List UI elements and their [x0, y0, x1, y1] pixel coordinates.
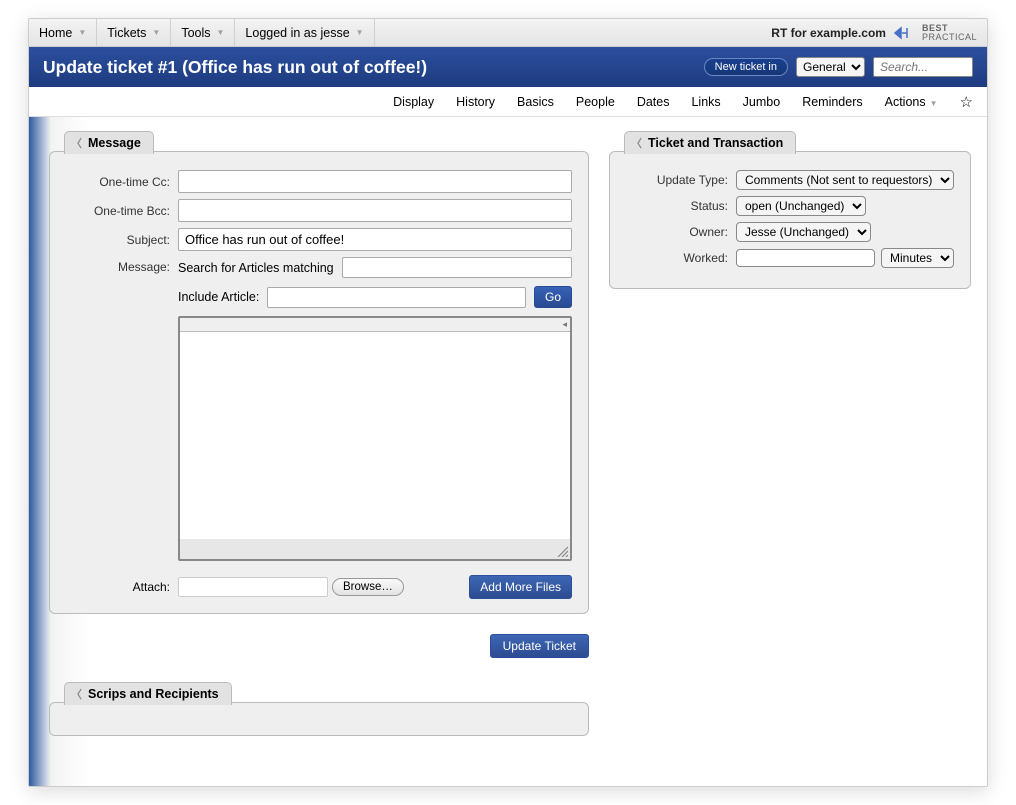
menu-label: Tools	[181, 26, 210, 40]
status-select[interactable]: open (Unchanged)	[736, 196, 866, 216]
bcc-input[interactable]	[178, 199, 572, 222]
nav-display[interactable]: Display	[393, 95, 434, 109]
message-panel: 〈Message One-time Cc: One-time Bcc: Subj…	[49, 151, 589, 614]
search-articles-label: Search for Articles matching	[178, 261, 334, 275]
collapse-icon: 〈	[71, 686, 82, 702]
nav-basics[interactable]: Basics	[517, 95, 554, 109]
panel-title: Ticket and Transaction	[648, 136, 783, 150]
menu-tools[interactable]: Tools ▼	[171, 19, 235, 46]
editor-handle-icon: ◂	[562, 319, 567, 330]
go-button[interactable]: Go	[534, 286, 572, 308]
owner-select[interactable]: Jesse (Unchanged)	[736, 222, 871, 242]
status-label: Status:	[626, 199, 736, 213]
dropdown-icon: ▼	[356, 28, 364, 37]
subject-label: Subject:	[66, 233, 178, 247]
update-type-label: Update Type:	[626, 173, 736, 187]
attach-label: Attach:	[66, 580, 178, 594]
resize-handle-icon[interactable]	[556, 545, 568, 557]
panel-title: Scrips and Recipients	[88, 687, 219, 701]
include-article-label: Include Article:	[178, 290, 259, 304]
dropdown-icon: ▼	[930, 99, 938, 108]
message-editor[interactable]: ◂	[178, 316, 572, 561]
collapse-icon: 〈	[631, 135, 642, 151]
menu-label: Logged in as jesse	[245, 26, 349, 40]
nav-actions[interactable]: Actions ▼	[885, 95, 938, 109]
worked-input[interactable]	[736, 249, 875, 267]
site-label: RT for example.com	[771, 26, 886, 40]
cc-input[interactable]	[178, 170, 572, 193]
include-article-input[interactable]	[267, 287, 526, 308]
top-nav: Home ▼ Tickets ▼ Tools ▼ Logged in as jesse…	[29, 19, 987, 47]
logo: BEST PRACTICAL	[894, 24, 977, 42]
dropdown-icon: ▼	[217, 28, 225, 37]
scrips-panel-tab[interactable]: 〈 Scrips and Recipients	[64, 682, 232, 705]
message-label: Message:	[66, 257, 178, 274]
nav-jumbo[interactable]: Jumbo	[743, 95, 781, 109]
menu-tickets[interactable]: Tickets ▼	[97, 19, 171, 46]
subject-input[interactable]	[178, 228, 572, 251]
update-ticket-button[interactable]: Update Ticket	[490, 634, 589, 658]
menu-user[interactable]: Logged in as jesse ▼	[235, 19, 374, 46]
sub-nav: Display History Basics People Dates Link…	[29, 87, 987, 117]
update-type-select[interactable]: Comments (Not sent to requestors)	[736, 170, 954, 190]
owner-label: Owner:	[626, 225, 736, 239]
page-title: Update ticket #1 (Office has run out of …	[43, 57, 704, 78]
nav-people[interactable]: People	[576, 95, 615, 109]
menu-label: Home	[39, 26, 72, 40]
scrips-panel: 〈Scrips and Recipients	[49, 702, 589, 736]
queue-select[interactable]: General	[796, 57, 865, 77]
panel-title: Message	[88, 136, 141, 150]
dropdown-icon: ▼	[152, 28, 160, 37]
nav-history[interactable]: History	[456, 95, 495, 109]
add-more-files-button[interactable]: Add More Files	[469, 575, 572, 599]
cc-label: One-time Cc:	[66, 175, 178, 189]
nav-dates[interactable]: Dates	[637, 95, 670, 109]
nav-reminders[interactable]: Reminders	[802, 95, 862, 109]
ticket-panel-tab[interactable]: 〈 Ticket and Transaction	[624, 131, 796, 154]
worked-unit-select[interactable]: Minutes	[881, 248, 954, 268]
collapse-icon: 〈	[71, 135, 82, 151]
logo-text2: PRACTICAL	[922, 33, 977, 42]
search-input[interactable]	[873, 57, 973, 77]
ticket-panel: 〈Ticket and Transaction Update Type: Com…	[609, 151, 971, 289]
dropdown-icon: ▼	[78, 28, 86, 37]
message-panel-tab[interactable]: 〈 Message	[64, 131, 154, 154]
browse-button[interactable]: Browse…	[332, 578, 404, 596]
bcc-label: One-time Bcc:	[66, 204, 178, 218]
attach-input[interactable]	[178, 577, 328, 597]
star-icon[interactable]: ☆	[960, 93, 973, 111]
header-bar: Update ticket #1 (Office has run out of …	[29, 47, 987, 87]
nav-actions-label: Actions	[885, 95, 926, 109]
worked-label: Worked:	[626, 251, 736, 265]
new-ticket-button[interactable]: New ticket in	[704, 58, 788, 76]
menu-home[interactable]: Home ▼	[29, 19, 97, 46]
nav-links[interactable]: Links	[691, 95, 720, 109]
search-articles-input[interactable]	[342, 257, 572, 278]
menu-label: Tickets	[107, 26, 146, 40]
